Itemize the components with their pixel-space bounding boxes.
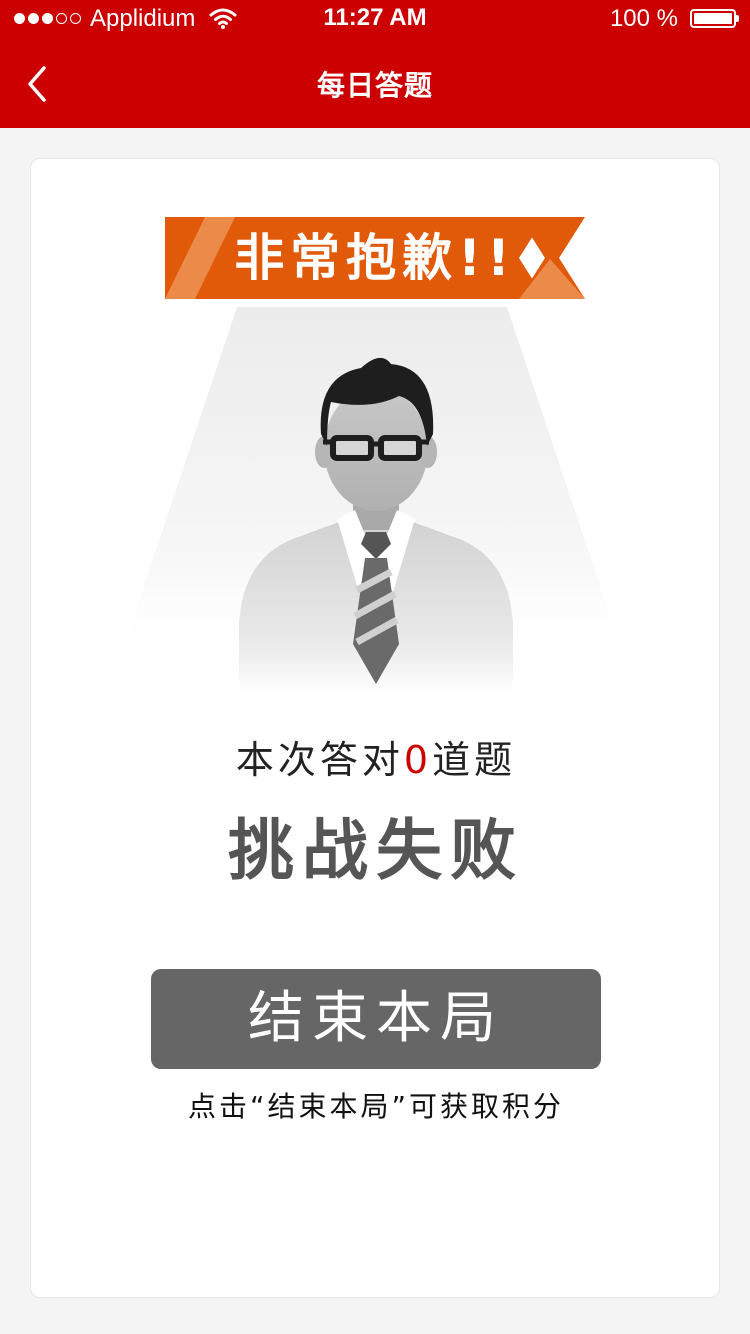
correct-count: 0 [403,738,433,782]
summary-prefix: 本次答对 [235,738,404,782]
summary-suffix: 道题 [432,738,517,782]
challenge-status: 挑战失败 [228,812,524,889]
banner-text: 非常抱歉!! [234,229,516,287]
user-avatar-illustration [239,357,513,694]
sorry-banner: 非常抱歉!! [165,217,585,299]
app-header: Applidium 11:27 AM 100 % 每日答题 [0,0,750,128]
status-bar: Applidium 11:27 AM 100 % [0,0,750,40]
points-hint: 点击“结束本局”可获取积分 [187,1090,564,1123]
result-card: 非常抱歉!! 本次答对0道题 挑战失败 结束本局 点击“结束本局”可获取积分 [30,158,720,1298]
page-title: 每日答题 [316,69,433,102]
battery-icon [690,9,739,28]
battery-percentage: 100 % [609,5,678,32]
end-round-button[interactable]: 结束本局 [151,969,601,1069]
correct-answers-summary: 本次答对0道题 [31,729,721,784]
